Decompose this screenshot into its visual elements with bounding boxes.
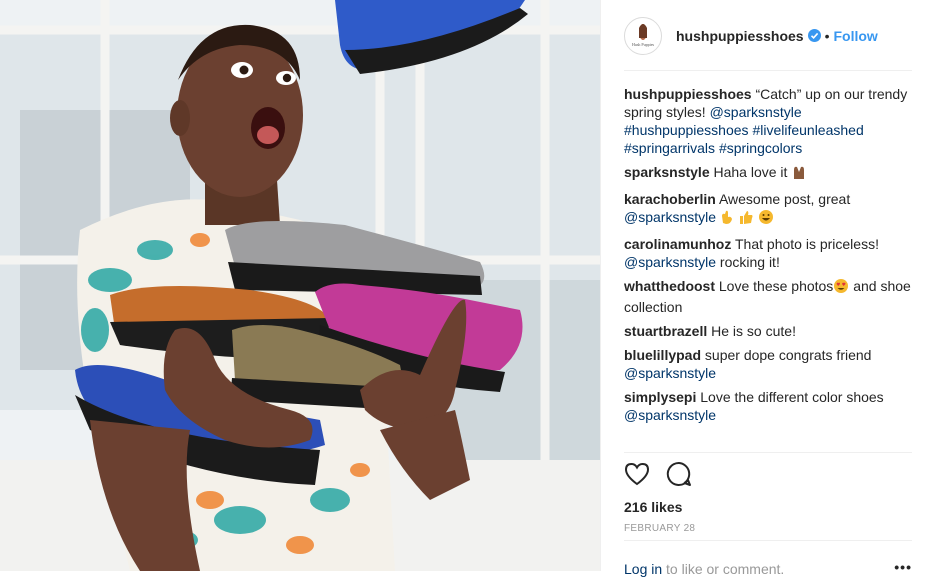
follow-button[interactable]: Follow bbox=[833, 28, 877, 44]
comment-mention[interactable]: @sparksnstyle bbox=[624, 365, 716, 381]
heart-icon[interactable] bbox=[624, 462, 650, 491]
caption-username[interactable]: hushpuppiesshoes bbox=[624, 86, 752, 102]
comment-username[interactable]: carolinamunhoz bbox=[624, 236, 731, 252]
thumbs-up-emoji-icon bbox=[738, 209, 754, 229]
caption: hushpuppiesshoes “Catch” up on our trend… bbox=[624, 85, 914, 157]
comment-item: bluelillypad super dope congrats friend … bbox=[624, 346, 914, 382]
caption-tag[interactable]: #springarrivals bbox=[624, 140, 715, 156]
comment-item: sparksnstyle Haha love it bbox=[624, 163, 914, 184]
comment-item: whatthedoost Love these photos and shoe … bbox=[624, 277, 914, 316]
author-username[interactable]: hushpuppiesshoes bbox=[676, 28, 804, 44]
heart-eyes-emoji-icon bbox=[833, 278, 849, 298]
comment-item: carolinamunhoz That photo is priceless! … bbox=[624, 235, 914, 271]
comment-item: simplysepi Love the different color shoe… bbox=[624, 388, 914, 424]
comment-text: Haha love it bbox=[713, 164, 788, 180]
login-link[interactable]: Log in bbox=[624, 561, 662, 577]
comment-text: He is so cute! bbox=[711, 323, 796, 339]
comment-mention[interactable]: @sparksnstyle bbox=[624, 407, 716, 423]
more-options-icon[interactable]: ••• bbox=[894, 559, 912, 575]
comment-username[interactable]: simplysepi bbox=[624, 389, 696, 405]
avatar-logo-text: Hush Puppies bbox=[631, 41, 655, 47]
comment-mention[interactable]: @sparksnstyle bbox=[624, 254, 716, 270]
comment-username[interactable]: bluelillypad bbox=[624, 347, 701, 363]
action-icons bbox=[624, 461, 912, 492]
post-date: FEBRUARY 28 bbox=[624, 523, 696, 534]
login-footer: Log in to like or comment. ••• bbox=[624, 540, 912, 580]
comment-item: stuartbrazell He is so cute! bbox=[624, 322, 914, 340]
comment-text: Awesome post, great bbox=[718, 191, 851, 207]
verified-badge-icon bbox=[807, 29, 821, 42]
comment-text: super dope congrats friend bbox=[704, 347, 872, 363]
comment-text-after: rocking it! bbox=[719, 254, 780, 270]
separator-dot: • bbox=[824, 27, 830, 44]
ok-hand-emoji-icon bbox=[720, 209, 734, 229]
comments-list: hushpuppiesshoes “Catch” up on our trend… bbox=[624, 85, 914, 445]
post-actions: 216 likes FEBRUARY 28 bbox=[624, 452, 912, 534]
comment-text: Love these photos bbox=[718, 278, 834, 294]
comment-username[interactable]: sparksnstyle bbox=[624, 164, 710, 180]
post-side-panel: Hush Puppies hushpuppiesshoes • Follow h… bbox=[600, 0, 933, 577]
comment-text: Love the different color shoes bbox=[700, 389, 884, 405]
caption-tag[interactable]: #hushpuppiesshoes bbox=[624, 122, 749, 138]
author-avatar[interactable]: Hush Puppies bbox=[624, 16, 662, 55]
caption-tag[interactable]: #springcolors bbox=[719, 140, 802, 156]
comment-username[interactable]: stuartbrazell bbox=[624, 323, 707, 339]
grinning-face-emoji-icon bbox=[758, 209, 774, 229]
comment-username[interactable]: whatthedoost bbox=[624, 278, 715, 294]
login-prompt-text: to like or comment. bbox=[666, 561, 785, 577]
post-image[interactable] bbox=[0, 0, 600, 571]
comment-username[interactable]: karachoberlin bbox=[624, 191, 716, 207]
comment-mention[interactable]: @sparksnstyle bbox=[624, 209, 716, 225]
raised-hands-emoji-icon bbox=[791, 164, 807, 184]
caption-tag[interactable]: @sparksnstyle bbox=[710, 104, 802, 120]
comment-icon[interactable] bbox=[666, 461, 692, 492]
comment-item: karachoberlin Awesome post, great @spark… bbox=[624, 190, 914, 229]
post-header: Hush Puppies hushpuppiesshoes • Follow bbox=[624, 13, 912, 71]
comment-text: That photo is priceless! bbox=[735, 236, 879, 252]
likes-count[interactable]: 216 likes bbox=[624, 499, 912, 515]
caption-tag[interactable]: #livelifeunleashed bbox=[752, 122, 863, 138]
